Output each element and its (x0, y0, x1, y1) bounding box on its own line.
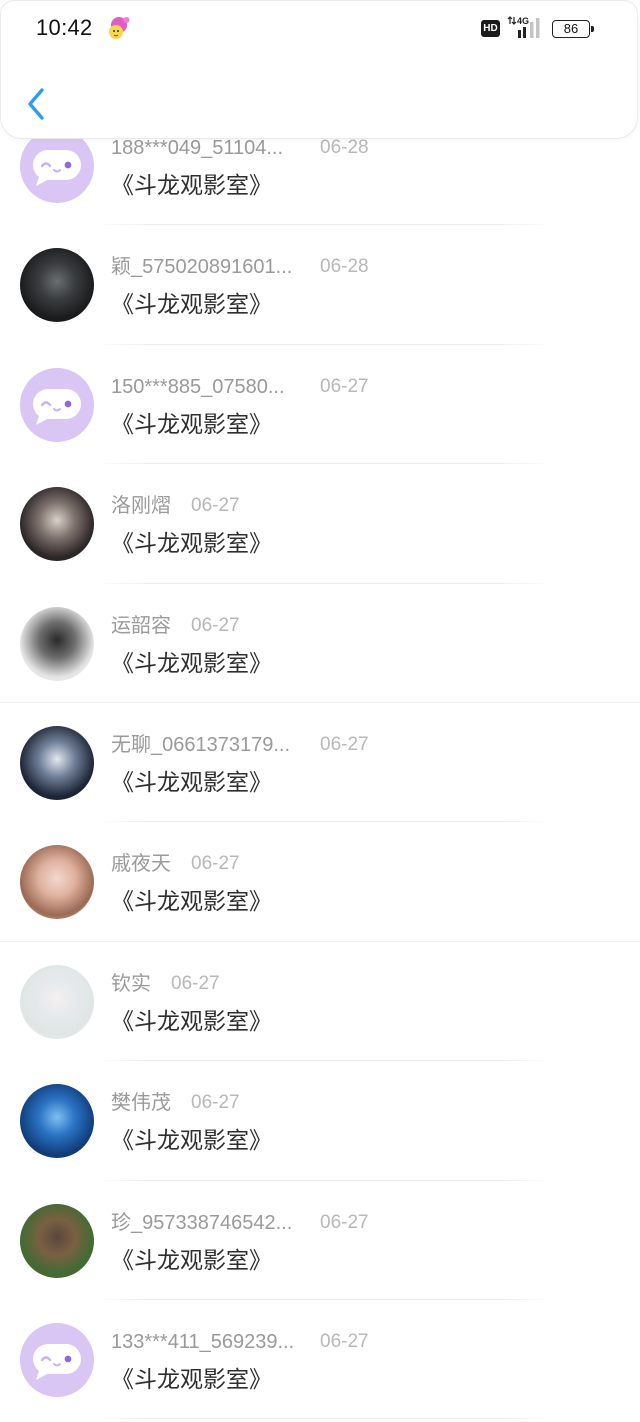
default-avatar[interactable] (20, 1322, 94, 1397)
default-avatar[interactable] (20, 129, 94, 203)
chat-face-icon (20, 129, 94, 203)
list-item[interactable]: 洛刚熠 06-27 《斗龙观影室》 (0, 464, 640, 584)
item-title: 《斗龙观影室》 (111, 888, 272, 915)
item-meta: 150***885_07580... 06-27 (111, 373, 369, 401)
default-avatar[interactable] (20, 367, 94, 442)
item-meta: 戚夜天 06-27 (111, 850, 240, 878)
back-button[interactable] (19, 81, 53, 127)
user-avatar[interactable] (20, 1084, 94, 1159)
status-time: 10:42 (36, 15, 93, 40)
date-label: 06-27 (191, 853, 240, 875)
item-title: 《斗龙观影室》 (111, 291, 272, 318)
date-label: 06-28 (320, 256, 369, 278)
user-avatar[interactable] (20, 964, 94, 1039)
list-item[interactable]: 133***411_569239... 06-27 《斗龙观影室》 (0, 1300, 640, 1420)
chat-face-icon (20, 1322, 94, 1397)
signal-icon: 4G (507, 16, 540, 38)
item-meta: 珍_957338746542... 06-27 (111, 1209, 369, 1237)
date-label: 06-27 (320, 375, 369, 397)
header: 10:42 HD 4G 86 (0, 0, 638, 139)
battery-icon: 86 (552, 20, 594, 38)
user-avatar[interactable] (20, 606, 94, 681)
date-label: 06-27 (320, 1330, 369, 1352)
list-item[interactable]: 运韶容 06-27 《斗龙观影室》 (0, 584, 640, 704)
item-title: 《斗龙观影室》 (111, 1007, 272, 1034)
chevron-left-icon (28, 88, 44, 120)
item-title: 《斗龙观影室》 (111, 172, 272, 198)
user-avatar[interactable] (20, 248, 94, 323)
network-type: 4G (517, 16, 529, 26)
user-name: 150***885_07580... (111, 375, 285, 398)
item-title: 《斗龙观影室》 (111, 1127, 272, 1154)
battery-level: 86 (563, 21, 579, 36)
user-avatar[interactable] (20, 487, 94, 562)
date-label: 06-27 (320, 733, 369, 755)
message-list: 188***049_51104... 06-28 《斗龙观影室》 颖_57502… (0, 106, 640, 1420)
user-name: 樊伟茂 (111, 1092, 171, 1115)
item-meta: 133***411_569239... 06-27 (111, 1328, 369, 1356)
user-name: 珍_957338746542... (111, 1211, 293, 1234)
item-title: 《斗龙观影室》 (111, 410, 272, 437)
item-meta: 颖_575020891601... 06-28 (111, 253, 369, 281)
item-meta: 洛刚熠 06-27 (111, 492, 240, 520)
date-label: 06-27 (191, 614, 240, 636)
item-meta: 无聊_0661373179... 06-27 (111, 731, 369, 759)
list-item[interactable]: 珍_957338746542... 06-27 《斗龙观影室》 (0, 1181, 640, 1301)
list-item[interactable]: 无聊_0661373179... 06-27 《斗龙观影室》 (0, 703, 640, 823)
item-title: 《斗龙观影室》 (111, 1365, 272, 1392)
item-title: 《斗龙观影室》 (111, 1246, 272, 1273)
item-meta: 钦实 06-27 (111, 970, 220, 998)
item-title: 《斗龙观影室》 (111, 649, 272, 676)
user-name: 钦实 (111, 972, 151, 995)
item-title: 《斗龙观影室》 (111, 530, 272, 557)
item-meta: 樊伟茂 06-27 (111, 1089, 240, 1117)
list-item[interactable]: 颖_575020891601... 06-28 《斗龙观影室》 (0, 225, 640, 346)
user-avatar[interactable] (20, 725, 94, 800)
date-label: 06-27 (171, 972, 220, 994)
cartoon-face-icon (109, 17, 130, 39)
date-label: 06-27 (191, 1092, 240, 1114)
user-avatar[interactable] (20, 1203, 94, 1278)
user-name: 运韶容 (111, 614, 171, 637)
date-label: 06-27 (320, 1211, 369, 1233)
chat-face-icon (20, 367, 94, 442)
user-name: 洛刚熠 (111, 495, 171, 518)
user-name: 无聊_0661373179... (111, 733, 291, 756)
list-item[interactable]: 戚夜天 06-27 《斗龙观影室》 (0, 822, 640, 943)
hd-badge: HD (481, 20, 500, 37)
status-bar: 10:42 HD 4G 86 (1, 1, 637, 57)
user-name: 戚夜天 (111, 853, 171, 876)
list-item[interactable]: 150***885_07580... 06-27 《斗龙观影室》 (0, 345, 640, 465)
item-title: 《斗龙观影室》 (111, 768, 272, 795)
user-avatar[interactable] (20, 845, 94, 920)
list-item[interactable]: 钦实 06-27 《斗龙观影室》 (0, 942, 640, 1062)
item-meta: 运韶容 06-27 (111, 612, 240, 640)
user-name: 133***411_569239... (111, 1330, 295, 1353)
user-name: 颖_575020891601... (111, 256, 293, 279)
date-label: 06-27 (191, 495, 240, 517)
list-item[interactable]: 樊伟茂 06-27 《斗龙观影室》 (0, 1061, 640, 1181)
